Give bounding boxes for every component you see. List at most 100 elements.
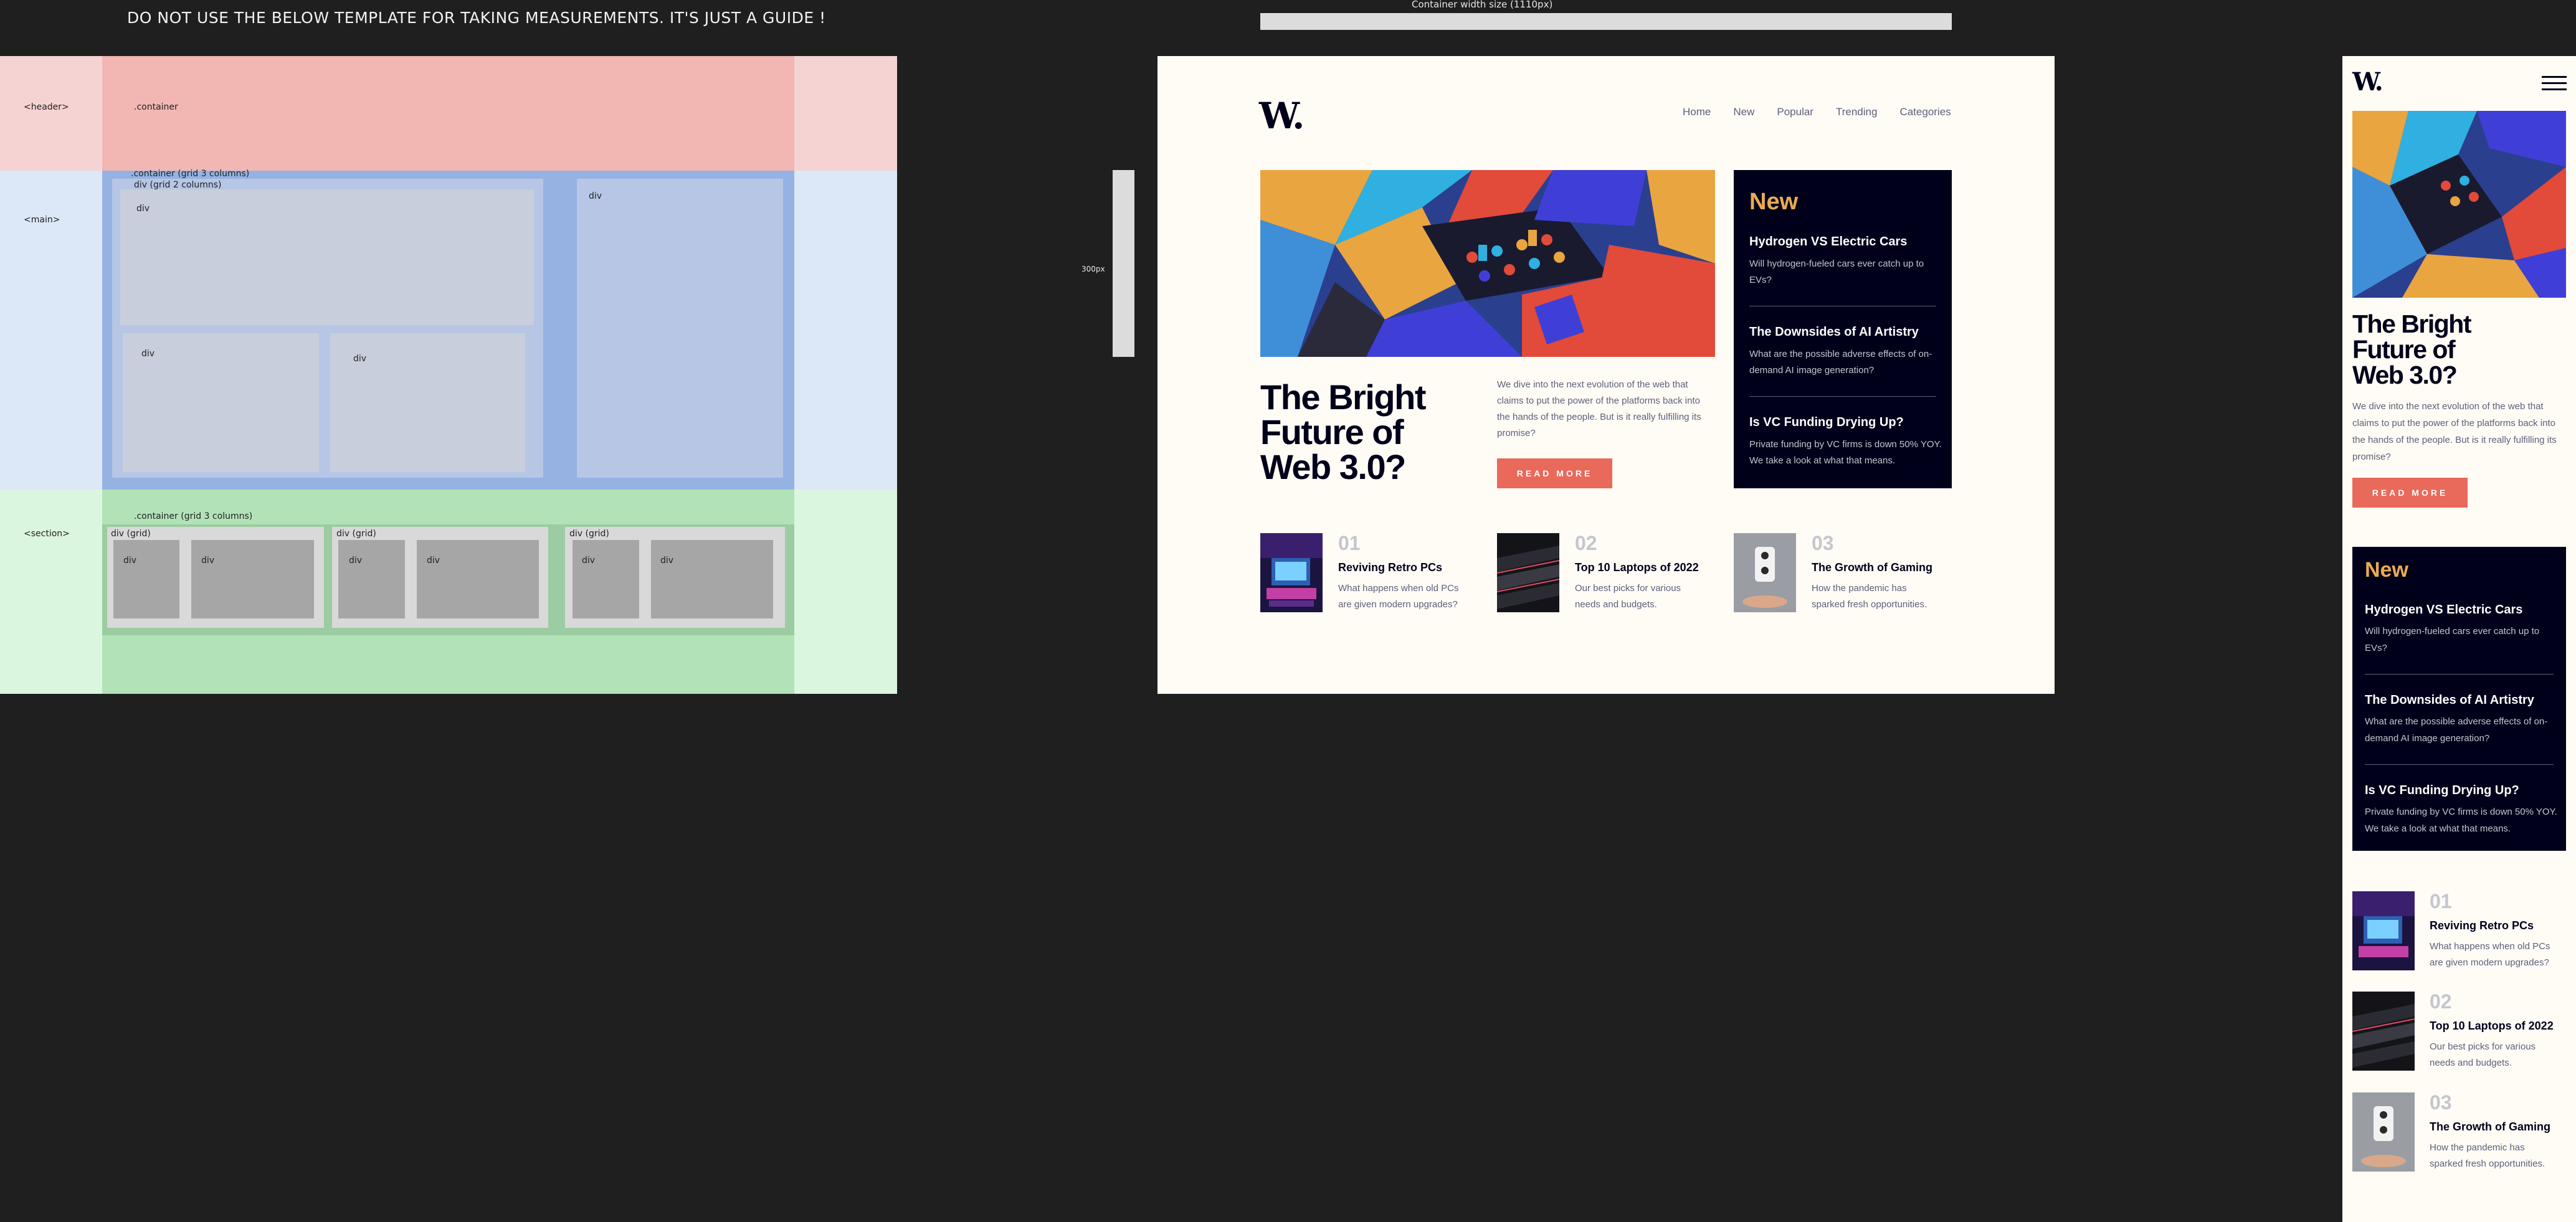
hero-title-line-1: The Bright [1260, 377, 1426, 417]
mobile-hero-image [2352, 111, 2566, 298]
hero-height-bar [1113, 170, 1134, 357]
guide-card-1-label: div (grid) [111, 529, 151, 539]
guide-card-2-text-label: div [427, 556, 440, 566]
site-logo[interactable]: W. [1259, 95, 1305, 137]
guide-card-3-text-label: div [660, 556, 674, 566]
guide-div-4 [577, 179, 783, 478]
mobile-card-1-number: 01 [2430, 890, 2452, 912]
mobile-hero-title-line-2: Future of [2352, 335, 2456, 364]
mobile-new-divider-2 [2365, 764, 2554, 765]
card-3-title[interactable]: The Growth of Gaming [1812, 561, 1932, 574]
new-divider-2 [1749, 396, 1936, 397]
card-3[interactable]: 03 The Growth of Gaming How the pandemic… [1734, 532, 1952, 614]
guide-card-1-img [113, 540, 179, 618]
guide-section-container-label: .container (grid 3 columns) [134, 511, 253, 521]
hero-height-caption: 300px [1081, 265, 1105, 273]
nav-link-home[interactable]: Home [1683, 106, 1711, 118]
mobile-site-logo[interactable]: W. [2352, 67, 2384, 97]
mobile-new-item-desc-2: What are the possible adverse effects of… [2365, 716, 2548, 744]
mobile-card-1[interactable]: 01 Reviving Retro PCs What happens when … [2352, 890, 2566, 972]
guide-main-label: <main> [24, 215, 60, 225]
mobile-card-3-number: 03 [2430, 1091, 2452, 1114]
new-item-desc-3: Private funding by VC firms is down 50% … [1749, 439, 1942, 466]
mobile-hero-title-line-1: The Bright [2352, 310, 2471, 338]
card-1-desc: What happens when old PCs are given mode… [1338, 583, 1459, 610]
guide-header-label: <header> [24, 102, 69, 112]
nav-link-popular[interactable]: Popular [1777, 106, 1813, 118]
guide-header-container-label: .container [134, 102, 178, 112]
mobile-hero-title-line-3: Web 3.0? [2352, 361, 2458, 389]
card-2-number: 02 [1575, 532, 1597, 554]
mobile-card-3-desc: How the pandemic has sparked fresh oppor… [2430, 1142, 2545, 1169]
mobile-new-item-desc-1: Will hydrogen-fueled cars ever catch up … [2365, 626, 2540, 653]
guide-div-3-label: div [353, 354, 367, 364]
guide-card-1-text-label: div [201, 556, 215, 566]
mobile-card-2[interactable]: 02 Top 10 Laptops of 2022 Our best picks… [2352, 990, 2566, 1073]
card-3-desc: How the pandemic has sparked fresh oppor… [1812, 583, 1927, 610]
guide-card-2-text [417, 540, 539, 618]
guide-main-subgrid-label: div (grid 2 columns) [134, 180, 222, 190]
mobile-new-item-title-1[interactable]: Hydrogen VS Electric Cars [2365, 603, 2522, 617]
mobile-hero-description: We dive into the next evolution of the w… [2352, 401, 2557, 462]
card-1-thumbnail [1260, 533, 1323, 612]
new-panel-heading: New [1749, 189, 1799, 215]
mobile-new-panel-heading: New [2365, 558, 2408, 582]
mobile-new-divider-1 [2365, 674, 2554, 675]
container-width-bar [1260, 13, 1952, 30]
guide-note: DO NOT USE THE BELOW TEMPLATE FOR TAKING… [127, 9, 826, 27]
card-2-thumbnail [1497, 533, 1559, 612]
main-nav: Home New Popular Trending Categories [1683, 106, 1951, 118]
hero-description: We dive into the next evolution of the w… [1497, 379, 1701, 438]
new-panel: New Hydrogen VS Electric Cars Will hydro… [1734, 170, 1952, 488]
guide-card-2-label: div (grid) [336, 529, 376, 539]
new-item-desc-1: Will hydrogen-fueled cars ever catch up … [1749, 258, 1924, 285]
nav-link-trending[interactable]: Trending [1836, 106, 1877, 118]
mobile-card-2-thumbnail [2352, 992, 2415, 1071]
mobile-card-2-desc: Our best picks for various needs and bud… [2430, 1041, 2536, 1068]
guide-div-2-label: div [141, 349, 155, 359]
card-1-title[interactable]: Reviving Retro PCs [1338, 561, 1442, 574]
mobile-card-3-title[interactable]: The Growth of Gaming [2430, 1120, 2550, 1134]
hero-title-line-2: Future of [1260, 412, 1404, 452]
container-width-caption: Container width size (1110px) [1412, 0, 1553, 10]
guide-card-1-img-label: div [123, 556, 137, 566]
mobile-card-3-thumbnail [2352, 1092, 2415, 1172]
nav-link-new[interactable]: New [1733, 106, 1754, 118]
hamburger-menu-icon[interactable] [2542, 76, 2567, 91]
guide-div-1 [120, 189, 534, 325]
guide-card-2-img [338, 540, 405, 618]
card-2-title[interactable]: Top 10 Laptops of 2022 [1575, 561, 1699, 574]
card-2-desc: Our best picks for various needs and bud… [1575, 583, 1681, 610]
mobile-card-2-title[interactable]: Top 10 Laptops of 2022 [2430, 1020, 2554, 1033]
card-2[interactable]: 02 Top 10 Laptops of 2022 Our best picks… [1497, 532, 1715, 614]
guide-card-3-label: div (grid) [569, 529, 609, 539]
guide-section-label: <section> [24, 529, 70, 539]
desktop-page: W. Home New Popular Trending Categories [1157, 56, 2055, 694]
mobile-new-item-title-2[interactable]: The Downsides of AI Artistry [2365, 693, 2534, 708]
card-1-number: 01 [1338, 532, 1361, 554]
mobile-new-item-title-3[interactable]: Is VC Funding Drying Up? [2365, 784, 2519, 798]
mobile-card-1-desc: What happens when old PCs are given mode… [2430, 941, 2550, 968]
hero-title: The Bright Future of Web 3.0? [1260, 377, 1426, 486]
new-item-title-3[interactable]: Is VC Funding Drying Up? [1749, 415, 1904, 430]
guide-header-container [102, 56, 794, 171]
hero-title-line-3: Web 3.0? [1260, 447, 1406, 486]
new-item-title-1[interactable]: Hydrogen VS Electric Cars [1749, 235, 1907, 249]
guide-div-4-label: div [589, 191, 602, 201]
mobile-read-more-button[interactable]: READ MORE [2352, 478, 2468, 508]
card-1[interactable]: 01 Reviving Retro PCs What happens when … [1260, 532, 1478, 614]
guide-card-2-img-label: div [349, 556, 363, 566]
card-3-thumbnail [1734, 533, 1796, 612]
mobile-card-2-number: 02 [2430, 990, 2452, 1013]
guide-card-3-text [651, 540, 773, 618]
mobile-card-1-title[interactable]: Reviving Retro PCs [2430, 919, 2534, 932]
mobile-new-item-desc-3: Private funding by VC firms is down 50% … [2365, 807, 2557, 834]
new-item-title-2[interactable]: The Downsides of AI Artistry [1749, 325, 1919, 339]
mobile-new-panel: New Hydrogen VS Electric Cars Will hydro… [2352, 547, 2566, 851]
mobile-page: W. The Bright Future of Web 3.0? We dive… [2342, 56, 2576, 1222]
mobile-card-3[interactable]: 03 The Growth of Gaming How the pandemic… [2352, 1091, 2566, 1173]
guide-div-1-label: div [136, 204, 150, 214]
nav-link-categories[interactable]: Categories [1899, 106, 1951, 118]
guide-main-container-label: .container (grid 3 columns) [131, 169, 250, 179]
read-more-button[interactable]: READ MORE [1497, 458, 1612, 488]
